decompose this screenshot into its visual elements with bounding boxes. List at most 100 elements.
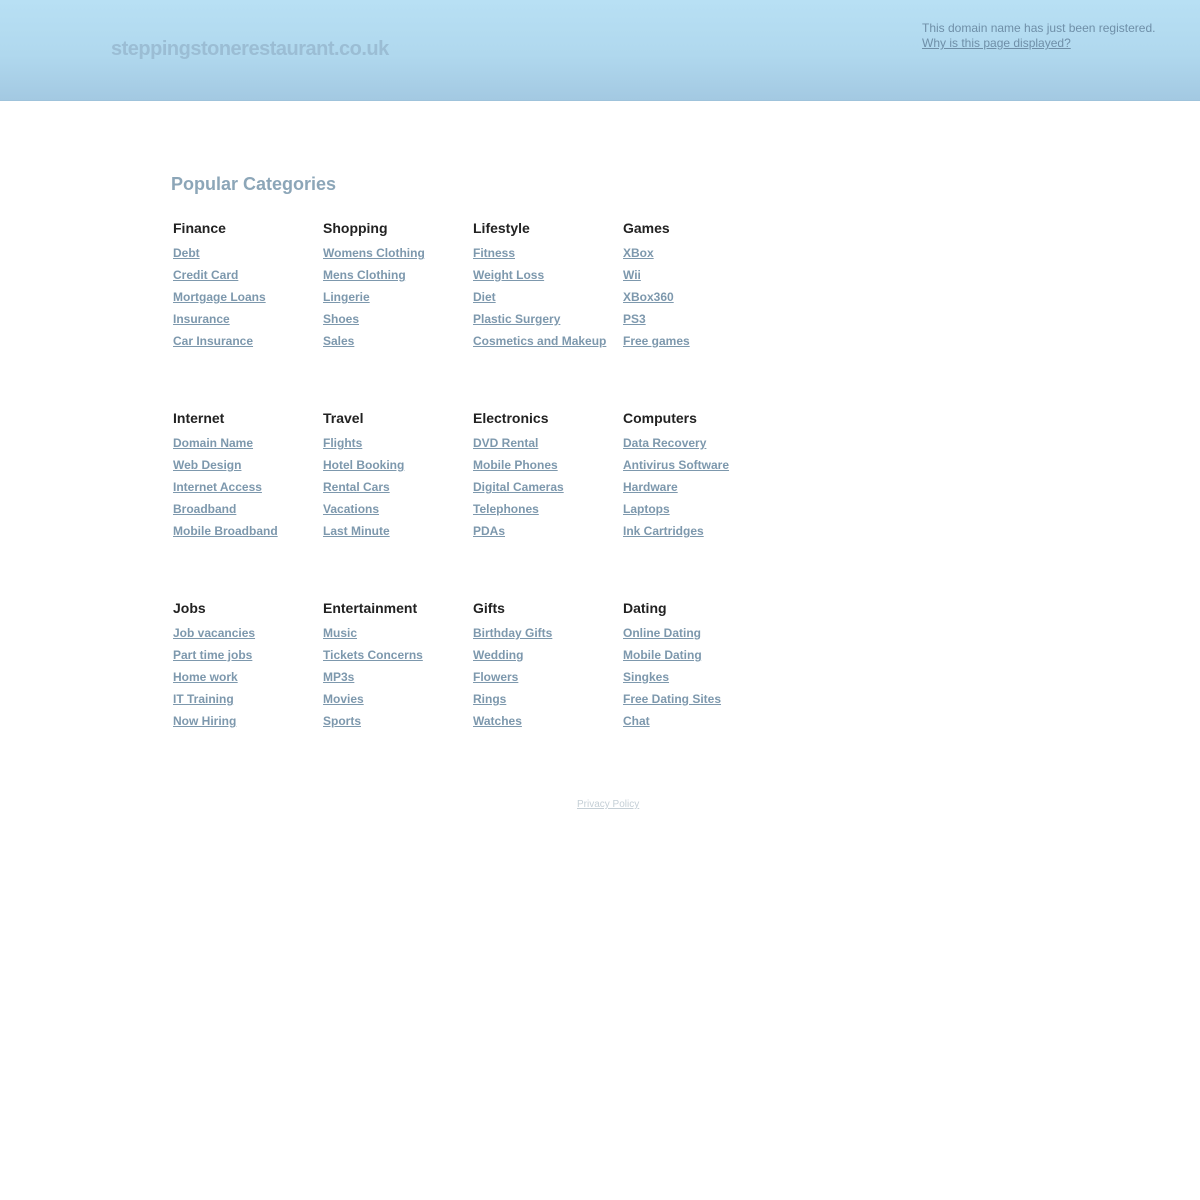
category-link[interactable]: Mens Clothing xyxy=(323,268,406,282)
category-link[interactable]: PS3 xyxy=(623,312,646,326)
list-item: Digital Cameras xyxy=(473,480,623,502)
list-item: Ink Cartridges xyxy=(623,524,773,546)
category-link[interactable]: Diet xyxy=(473,290,496,304)
list-item: Wedding xyxy=(473,648,623,670)
category-link[interactable]: Music xyxy=(323,626,357,640)
category-title: Computers xyxy=(623,410,697,426)
category-link[interactable]: Rings xyxy=(473,692,506,706)
list-item: DVD Rental xyxy=(473,436,623,458)
list-item: Debt xyxy=(173,246,323,268)
category-link[interactable]: Free Dating Sites xyxy=(623,692,721,706)
list-item: Diet xyxy=(473,290,623,312)
category-link[interactable]: Shoes xyxy=(323,312,359,326)
category-link[interactable]: Online Dating xyxy=(623,626,701,640)
category-link[interactable]: XBox xyxy=(623,246,654,260)
category-column-travel: Travel Flights Hotel Booking Rental Cars Vac… xyxy=(323,409,473,599)
category-link-list: Job vacancies Part time jobs Home work IT T… xyxy=(173,626,323,736)
list-item: XBox xyxy=(623,246,773,268)
category-link[interactable]: Car Insurance xyxy=(173,334,253,348)
category-link[interactable]: Mortgage Loans xyxy=(173,290,266,304)
category-link[interactable]: PDAs xyxy=(473,524,505,538)
list-item: Womens Clothing xyxy=(323,246,473,268)
category-column-internet: Internet Domain Name Web Design Internet Ac… xyxy=(173,409,323,599)
category-link[interactable]: Ink Cartridges xyxy=(623,524,704,538)
list-item: Online Dating xyxy=(623,626,773,648)
category-link[interactable]: Mobile Broadband xyxy=(173,524,278,538)
category-link[interactable]: Credit Card xyxy=(173,268,238,282)
category-link[interactable]: Mobile Phones xyxy=(473,458,558,472)
category-link[interactable]: Web Design xyxy=(173,458,241,472)
category-title: Dating xyxy=(623,600,667,616)
category-link[interactable]: Lingerie xyxy=(323,290,370,304)
category-link[interactable]: IT Training xyxy=(173,692,234,706)
category-link[interactable]: Hardware xyxy=(623,480,678,494)
category-link[interactable]: Fitness xyxy=(473,246,515,260)
category-link[interactable]: Last Minute xyxy=(323,524,390,538)
list-item: Credit Card xyxy=(173,268,323,290)
category-link[interactable]: Movies xyxy=(323,692,364,706)
category-link-list: Fitness Weight Loss Diet Plastic Surgery Cos… xyxy=(473,246,623,356)
category-link[interactable]: Data Recovery xyxy=(623,436,706,450)
category-link[interactable]: Laptops xyxy=(623,502,670,516)
list-item: Cosmetics and Makeup xyxy=(473,334,623,356)
category-link[interactable]: Domain Name xyxy=(173,436,253,450)
list-item: Internet Access xyxy=(173,480,323,502)
category-link[interactable]: Mobile Dating xyxy=(623,648,702,662)
category-link[interactable]: Flowers xyxy=(473,670,518,684)
category-link-list: Domain Name Web Design Internet Access Broa… xyxy=(173,436,323,546)
privacy-policy-link[interactable]: Privacy Policy xyxy=(577,799,639,810)
list-item: Sports xyxy=(323,714,473,736)
category-column-electronics: Electronics DVD Rental Mobile Phones Digita… xyxy=(473,409,623,599)
category-link[interactable]: Job vacancies xyxy=(173,626,255,640)
category-link[interactable]: Flights xyxy=(323,436,362,450)
category-column-lifestyle: Lifestyle Fitness Weight Loss Diet Plastic S… xyxy=(473,219,623,409)
list-item: Sales xyxy=(323,334,473,356)
category-link[interactable]: Wii xyxy=(623,268,641,282)
category-link[interactable]: Free games xyxy=(623,334,690,348)
category-link[interactable]: Tickets Concerns xyxy=(323,648,423,662)
list-item: Data Recovery xyxy=(623,436,773,458)
list-item: Mobile Dating xyxy=(623,648,773,670)
category-link[interactable]: Debt xyxy=(173,246,200,260)
category-link[interactable]: Vacations xyxy=(323,502,379,516)
list-item: MP3s xyxy=(323,670,473,692)
category-link[interactable]: Part time jobs xyxy=(173,648,252,662)
category-link[interactable]: Home work xyxy=(173,670,238,684)
why-displayed-link[interactable]: Why is this page displayed? xyxy=(922,36,1071,50)
category-link[interactable]: Weight Loss xyxy=(473,268,544,282)
category-link[interactable]: Sales xyxy=(323,334,354,348)
category-link[interactable]: Insurance xyxy=(173,312,230,326)
category-link[interactable]: Telephones xyxy=(473,502,539,516)
category-link[interactable]: Womens Clothing xyxy=(323,246,425,260)
category-link[interactable]: Rental Cars xyxy=(323,480,390,494)
category-link[interactable]: Hotel Booking xyxy=(323,458,404,472)
header-notice: This domain name has just been registere… xyxy=(922,21,1155,51)
category-title: Entertainment xyxy=(323,600,418,616)
category-title: Jobs xyxy=(173,600,206,616)
category-link[interactable]: Internet Access xyxy=(173,480,262,494)
category-link[interactable]: Sports xyxy=(323,714,361,728)
category-link[interactable]: Plastic Surgery xyxy=(473,312,560,326)
category-link[interactable]: Cosmetics and Makeup xyxy=(473,334,606,348)
category-link[interactable]: Broadband xyxy=(173,502,236,516)
category-link[interactable]: Chat xyxy=(623,714,650,728)
category-link[interactable]: Watches xyxy=(473,714,522,728)
category-link-list: Debt Credit Card Mortgage Loans Insurance Ca… xyxy=(173,246,323,356)
list-item: XBox360 xyxy=(623,290,773,312)
category-link[interactable]: Now Hiring xyxy=(173,714,236,728)
category-link[interactable]: Antivirus Software xyxy=(623,458,729,472)
category-column-computers: Computers Data Recovery Antivirus Software… xyxy=(623,409,773,599)
list-item: Lingerie xyxy=(323,290,473,312)
category-link[interactable]: XBox360 xyxy=(623,290,674,304)
category-link[interactable]: MP3s xyxy=(323,670,354,684)
category-link-list: XBox Wii XBox360 PS3 Free games xyxy=(623,246,773,356)
list-item: Mobile Broadband xyxy=(173,524,323,546)
category-link[interactable]: Wedding xyxy=(473,648,523,662)
category-link[interactable]: Digital Cameras xyxy=(473,480,564,494)
list-item: IT Training xyxy=(173,692,323,714)
category-link[interactable]: Singkes xyxy=(623,670,669,684)
list-item: Flights xyxy=(323,436,473,458)
category-link[interactable]: Birthday Gifts xyxy=(473,626,552,640)
list-item: Free Dating Sites xyxy=(623,692,773,714)
category-link[interactable]: DVD Rental xyxy=(473,436,538,450)
